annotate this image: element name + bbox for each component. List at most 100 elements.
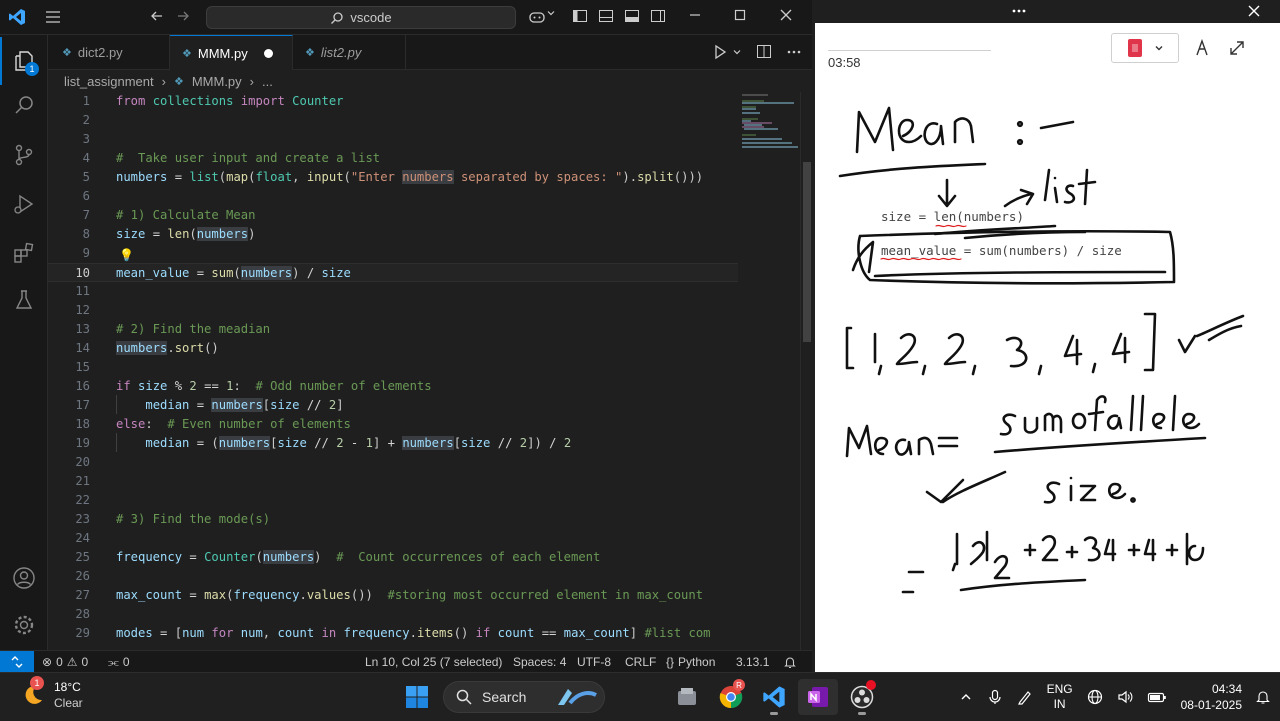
code-line[interactable]: 7 # 1) Calculate Mean <box>48 206 738 225</box>
code-line[interactable]: 1 from collections import Counter <box>48 92 738 111</box>
python-version[interactable]: 3.13.1 <box>736 651 769 673</box>
run-python-file-icon[interactable] <box>712 43 728 61</box>
tab-dict2[interactable]: ❖ dict2.py <box>48 35 170 70</box>
breadcrumb-more[interactable]: ... <box>262 74 273 89</box>
battery-icon[interactable] <box>1147 689 1167 705</box>
vscode-logo-icon[interactable] <box>8 8 28 28</box>
run-options-chevron-icon[interactable] <box>732 43 742 61</box>
code-line[interactable]: 11 <box>48 282 738 301</box>
minimap[interactable] <box>738 92 800 650</box>
scrollbar-thumb[interactable] <box>803 162 811 342</box>
command-center-search[interactable]: vscode <box>206 6 516 29</box>
clock[interactable]: 04:34 08-01-2025 <box>1181 681 1242 713</box>
code-line[interactable]: 3 <box>48 130 738 149</box>
toggle-secondary-sidebar-icon[interactable] <box>650 8 670 28</box>
language-mode[interactable]: {} Python <box>666 651 715 673</box>
problems-indicator[interactable]: ⊗ 0 ⚠ 0 <box>42 651 88 673</box>
toggle-primary-sidebar-icon[interactable] <box>572 8 592 28</box>
taskbar-file-explorer[interactable] <box>667 679 707 715</box>
ports-indicator[interactable]: ⫘ 0 <box>108 651 130 673</box>
code-line[interactable]: 29 modes = [num for num, count in frequen… <box>48 624 738 643</box>
unsaved-dot-icon[interactable] <box>263 48 273 58</box>
line-number: 21 <box>75 474 90 488</box>
code-line[interactable]: 14 numbers.sort() <box>48 339 738 358</box>
weather-widget[interactable]: 1 18°C Clear <box>20 676 83 711</box>
minimize-icon[interactable] <box>688 8 708 28</box>
language-top: ENG <box>1046 682 1073 696</box>
code-line[interactable]: 24 <box>48 529 738 548</box>
chevron-up-icon[interactable] <box>959 690 973 704</box>
copilot-chevron-icon[interactable] <box>546 8 558 28</box>
code-line[interactable]: 28 <box>48 605 738 624</box>
close-icon[interactable] <box>779 8 799 28</box>
tab-label: MMM.py <box>197 45 248 61</box>
code-line[interactable]: 19 median = (numbers[size // 2 - 1] + nu… <box>48 434 738 453</box>
toggle-bottom-panel-icon[interactable] <box>624 8 644 28</box>
vertical-scrollbar[interactable] <box>800 92 812 650</box>
notification-bell-icon[interactable] <box>1256 689 1270 705</box>
taskbar-vscode[interactable] <box>754 679 794 715</box>
forward-arrow-icon[interactable] <box>175 8 195 28</box>
tab-mmm[interactable]: ❖ MMM.py <box>170 35 293 70</box>
code-line[interactable]: 16 if size % 2 == 1: # Odd number of elem… <box>48 377 738 396</box>
code-line[interactable]: 27 max_count = max(frequency.values()) #s… <box>48 586 738 605</box>
explorer-icon[interactable]: 1 <box>0 37 48 85</box>
more-actions-icon[interactable] <box>786 43 802 61</box>
code-line[interactable]: 8 size = len(numbers) <box>48 225 738 244</box>
source-control-icon[interactable] <box>0 131 48 179</box>
testing-icon[interactable] <box>0 276 48 324</box>
notifications-bell-icon[interactable] <box>783 651 797 673</box>
input-language[interactable]: ENG IN <box>1047 682 1073 712</box>
microphone-icon[interactable] <box>987 689 1003 705</box>
taskbar-onenote[interactable] <box>798 679 838 715</box>
code-line[interactable]: 15 <box>48 358 738 377</box>
taskbar-search[interactable]: Search <box>443 681 605 713</box>
back-arrow-icon[interactable] <box>149 8 169 28</box>
search-view-icon[interactable] <box>0 81 48 129</box>
code-text: numbers.sort() <box>116 341 219 355</box>
maximize-icon[interactable] <box>733 8 753 28</box>
pen-menu-icon[interactable] <box>1017 689 1033 705</box>
code-line[interactable]: 9 💡 <box>48 244 738 263</box>
line-number: 28 <box>75 607 90 621</box>
code-line[interactable]: 5 numbers = list(map(float, input("Enter … <box>48 168 738 187</box>
toggle-panel-icon[interactable] <box>598 8 618 28</box>
copilot-icon[interactable] <box>528 8 548 28</box>
indentation[interactable]: Spaces: 4 <box>513 651 566 673</box>
code-line[interactable]: 18 else: # Even number of elements <box>48 415 738 434</box>
run-debug-icon[interactable] <box>0 180 48 228</box>
code-line[interactable]: 12 <box>48 301 738 320</box>
remote-indicator-icon[interactable] <box>0 651 34 673</box>
line-number: 7 <box>82 208 90 222</box>
handwritten-ink-drawing[interactable] <box>815 0 1280 672</box>
code-line[interactable]: 13 # 2) Find the meadian <box>48 320 738 339</box>
menu-icon[interactable] <box>44 8 64 28</box>
code-line[interactable]: 17 median = numbers[size // 2] <box>48 396 738 415</box>
code-line-current[interactable]: 10 mean_value = sum(numbers) / size <box>48 263 738 282</box>
split-editor-icon[interactable] <box>756 43 772 61</box>
manage-gear-icon[interactable] <box>0 601 48 649</box>
accounts-icon[interactable] <box>0 554 48 602</box>
start-button[interactable] <box>397 679 437 715</box>
code-line[interactable]: 2 <box>48 111 738 130</box>
code-line[interactable]: 4 # Take user input and create a list <box>48 149 738 168</box>
code-line[interactable]: 22 <box>48 491 738 510</box>
volume-icon[interactable] <box>1117 689 1133 705</box>
taskbar-obs[interactable] <box>842 679 882 715</box>
taskbar-chrome[interactable]: R <box>711 679 751 715</box>
breadcrumb-file[interactable]: MMM.py <box>192 74 242 89</box>
encoding[interactable]: UTF-8 <box>577 651 611 673</box>
end-of-line[interactable]: CRLF <box>625 651 656 673</box>
code-line[interactable]: 25 frequency = Counter(numbers) # Count o… <box>48 548 738 567</box>
code-editor[interactable]: 1 from collections import Counter 2 3 4 # … <box>48 92 738 650</box>
tab-list2[interactable]: ❖ list2.py <box>293 35 406 70</box>
code-line[interactable]: 20 <box>48 453 738 472</box>
network-globe-icon[interactable] <box>1087 689 1103 705</box>
cursor-position[interactable]: Ln 10, Col 25 (7 selected) <box>365 651 502 673</box>
code-line[interactable]: 23 # 3) Find the mode(s) <box>48 510 738 529</box>
extensions-icon[interactable] <box>0 229 48 277</box>
code-line[interactable]: 21 <box>48 472 738 491</box>
code-line[interactable]: 6 <box>48 187 738 206</box>
breadcrumb-folder[interactable]: list_assignment <box>64 74 154 89</box>
code-line[interactable]: 26 <box>48 567 738 586</box>
